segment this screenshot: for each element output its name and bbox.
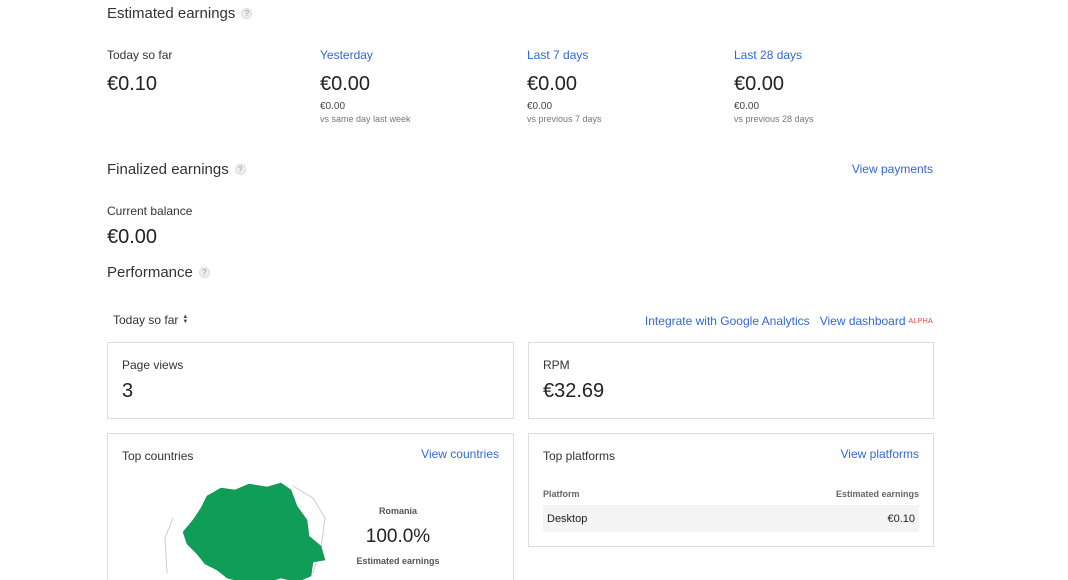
country-name: Romania: [378, 506, 417, 516]
view-platforms-link[interactable]: View platforms: [841, 447, 919, 461]
page-views-value: 3: [122, 380, 134, 402]
top-platforms-title: Top platforms: [543, 449, 616, 463]
view-countries-link[interactable]: View countries: [421, 447, 499, 461]
stat-label: Today so far: [107, 48, 173, 62]
stat-label-link[interactable]: Last 7 days: [527, 48, 717, 62]
platforms-table-header: Platform Estimated earnings: [543, 489, 919, 499]
stat-compare-label: vs previous 7 days: [527, 114, 602, 124]
stat-value: €0.10: [107, 73, 158, 95]
performance-links: Integrate with Google Analytics View das…: [645, 310, 933, 328]
date-range-select[interactable]: Today so far ▲ ▼: [113, 313, 188, 327]
top-countries-card: Top countries View countries Romania 100…: [107, 433, 514, 580]
top-countries-title: Top countries: [122, 449, 194, 463]
sort-arrows-icon: ▲ ▼: [182, 314, 189, 325]
view-dashboard-link[interactable]: View dashboard: [820, 310, 906, 328]
finalized-earnings-title: Finalized earnings: [107, 161, 229, 178]
stat-last-7-days: Last 7 days €0.00 €0.00 vs previous 7 da…: [527, 48, 717, 125]
stat-label-link[interactable]: Last 28 days: [734, 48, 924, 62]
rpm-value: €32.69: [543, 380, 605, 402]
help-icon[interactable]: ?: [234, 164, 246, 175]
rpm-title: RPM: [543, 358, 570, 372]
stat-last-28-days: Last 28 days €0.00 €0.00 vs previous 28 …: [734, 48, 924, 125]
current-balance-label: Current balance: [107, 204, 193, 218]
stat-today: Today so far €0.10: [107, 48, 297, 95]
stat-compare-label: vs same day last week: [320, 114, 411, 124]
platform-earnings: €0.10: [887, 512, 915, 525]
performance-heading: Performance ?: [107, 264, 210, 281]
stat-compare-value: €0.00: [734, 101, 760, 112]
date-range-value: Today so far: [113, 313, 179, 327]
stat-compare-value: €0.00: [320, 101, 346, 112]
table-row[interactable]: Desktop €0.10: [543, 505, 919, 532]
help-icon[interactable]: ?: [198, 267, 210, 278]
stat-value: €0.00: [527, 73, 578, 95]
stat-yesterday: Yesterday €0.00 €0.00 vs same day last w…: [320, 48, 510, 125]
estimated-earnings-heading: Estimated earnings ?: [107, 5, 253, 22]
integrate-analytics-link[interactable]: Integrate with Google Analytics: [645, 310, 810, 328]
finalized-earnings-heading: Finalized earnings ?: [107, 161, 246, 178]
country-metric-label: Estimated earnings: [356, 556, 440, 566]
country-map: [164, 482, 326, 580]
estimated-earnings-title: Estimated earnings: [107, 5, 236, 22]
top-platforms-card: Top platforms View platforms Platform Es…: [528, 433, 934, 547]
platform-name: Desktop: [547, 512, 588, 525]
performance-title: Performance: [107, 264, 193, 281]
help-icon[interactable]: ?: [241, 8, 253, 19]
stat-value: €0.00: [320, 73, 371, 95]
rpm-card: RPM €32.69: [528, 342, 934, 419]
map-country-romania[interactable]: [182, 482, 326, 580]
stat-compare-label: vs previous 28 days: [734, 114, 814, 124]
stat-compare-value: €0.00: [527, 101, 553, 112]
column-header-earnings: Estimated earnings: [835, 489, 919, 499]
stat-label-link[interactable]: Yesterday: [320, 48, 510, 62]
column-header-platform: Platform: [543, 489, 580, 499]
page-views-title: Page views: [122, 358, 184, 372]
current-balance-value: €0.00: [107, 226, 158, 248]
stat-value: €0.00: [734, 73, 785, 95]
page-views-card: Page views 3: [107, 342, 514, 419]
adsense-home: Estimated earnings ? Today so far €0.10 …: [0, 0, 1068, 580]
country-percent: 100.0%: [365, 526, 431, 547]
alpha-badge: ALPHA: [908, 318, 933, 325]
view-dashboard-group: View dashboard ALPHA: [820, 310, 933, 328]
view-payments-link[interactable]: View payments: [852, 162, 933, 176]
map-border: [164, 517, 174, 574]
